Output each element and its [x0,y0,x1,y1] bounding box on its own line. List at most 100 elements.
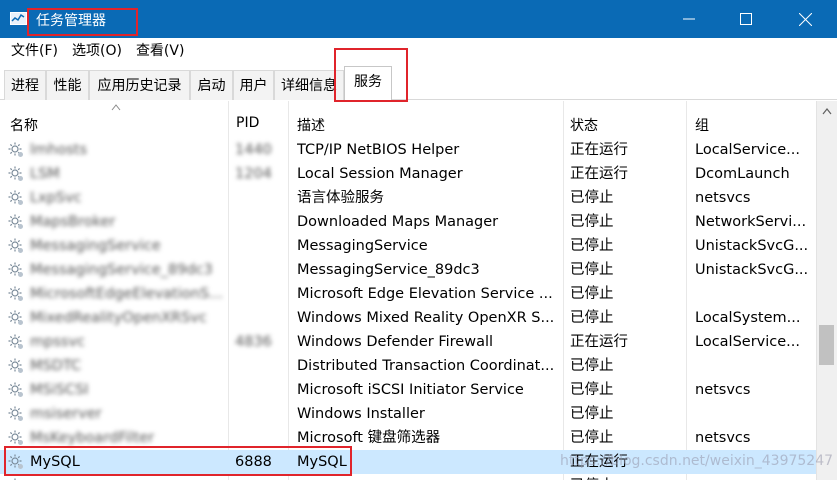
column-header-name[interactable]: 名称 [0,101,228,143]
table-row[interactable]: 已停止 [0,474,816,480]
service-description: Distributed Transaction Coordinat... [297,358,555,374]
service-group: LocalService... [695,334,800,350]
menu-view[interactable]: 查看(V) [129,38,192,64]
table-row[interactable]: mpssvc 4836 Windows Defender Firewall 正在运行 L… [0,330,816,354]
service-pid [235,234,290,258]
tab-processes[interactable]: 进程 [4,70,46,100]
service-gear-icon [7,453,25,471]
close-button[interactable] [776,0,834,38]
service-description: MessagingService_89dc3 [297,262,480,278]
service-group: netsvcs [695,382,751,398]
service-pid: 4836 [235,334,272,350]
service-gear-icon [7,237,25,255]
service-group: netsvcs [695,190,751,206]
tab-services[interactable]: 服务 [344,66,392,101]
tab-startup[interactable]: 启动 [190,70,233,100]
service-gear-icon [7,333,25,351]
service-description [297,474,559,480]
service-gear-icon [7,141,25,159]
service-group: LocalSystem... [695,310,801,326]
service-description: Local Session Manager [297,166,463,182]
tab-bar: 进程 性能 应用历史记录 启动 用户 详细信息 服务 [0,64,837,101]
column-header-description[interactable]: 描述 [287,101,563,143]
service-gear-icon [7,285,25,303]
maximize-icon [740,13,752,25]
service-gear-icon [7,189,25,207]
service-name: MSiSCSI [30,382,89,398]
task-manager-icon [10,12,27,25]
close-icon [798,12,812,26]
tab-users[interactable]: 用户 [233,70,274,100]
table-row[interactable]: lmhosts 1440 TCP/IP NetBIOS Helper 正在运行 Loca… [0,138,816,162]
menu-options[interactable]: 选项(O) [65,38,129,64]
service-name: LxpSvc [30,190,82,206]
service-group [695,282,807,306]
service-description: Windows Mixed Reality OpenXR S... [297,310,555,326]
service-group [695,354,807,378]
title-bar: 任务管理器 [0,0,837,38]
service-group: UnistackSvcG... [695,262,807,278]
table-row[interactable]: MSDTC Distributed Transaction Coordinat..… [0,354,816,378]
vertical-scrollbar[interactable] [816,101,837,480]
service-pid [235,210,290,234]
service-description: TCP/IP NetBIOS Helper [297,142,460,158]
scrollbar-thumb[interactable] [819,325,834,365]
service-gear-icon [7,429,25,447]
service-pid [235,474,290,480]
service-group: NetworkServi... [695,214,807,230]
service-pid [235,186,290,210]
service-description: Microsoft Edge Elevation Service ... [297,286,553,302]
watermark: https://blog.csdn.net/weixin_43975247 [560,453,834,469]
service-status: 已停止 [570,190,614,206]
service-group [695,474,807,480]
services-table: 名称 PID 描述 状态 组 lmhosts 1440 TCP/IP NetBIOS… [0,101,816,480]
column-header-status[interactable]: 状态 [560,101,686,143]
service-group [695,402,807,426]
service-status: 已停止 [570,286,614,302]
service-status: 已停止 [570,474,685,480]
tab-app-history[interactable]: 应用历史记录 [89,70,190,100]
maximize-button[interactable] [717,0,775,38]
table-row[interactable]: MixedRealityOpenXRSvc Windows Mixed Reali… [0,306,816,330]
menu-bar: 文件(F) 选项(O) 查看(V) [0,38,837,64]
service-description: Downloaded Maps Manager [297,214,499,230]
service-gear-icon [7,357,25,375]
table-row[interactable]: LxpSvc 语言体验服务 已停止 netsvcs [0,186,816,210]
menu-file[interactable]: 文件(F) [4,38,65,64]
service-name: MicrosoftEdgeElevationS... [30,286,223,302]
service-name: MSDTC [30,358,82,374]
column-header-group[interactable]: 组 [685,101,816,143]
scroll-up-icon[interactable] [817,103,837,120]
service-name: mpssvc [30,334,85,350]
service-status: 已停止 [570,358,614,374]
service-status: 已停止 [570,262,614,278]
service-pid [235,282,290,306]
service-description: Windows Installer [297,406,425,422]
service-description: MySQL [297,454,347,470]
table-row[interactable]: MessagingService_89dc3 MessagingService_8… [0,258,816,282]
table-row[interactable]: LSM 1204 Local Session Manager 正在运行 DcomLaun… [0,162,816,186]
table-row[interactable]: MsKeyboardFilter Microsoft 键盘筛选器 已停止 netsvc… [0,426,816,450]
minimize-button[interactable] [660,0,718,38]
table-row[interactable]: MessagingService MessagingService 已停止 Unist… [0,234,816,258]
service-name: MySQL [30,454,80,470]
service-status: 已停止 [570,238,614,254]
window-title: 任务管理器 [36,13,106,29]
service-gear-icon [7,381,25,399]
table-row[interactable]: MapsBroker Downloaded Maps Manager 已停止 Netw… [0,210,816,234]
service-group: UnistackSvcG... [695,238,807,254]
tab-details[interactable]: 详细信息 [274,70,344,100]
tab-performance[interactable]: 性能 [46,70,89,100]
service-pid: 1440 [235,142,272,158]
service-description: Microsoft iSCSI Initiator Service [297,382,524,398]
service-pid: 1204 [235,166,272,182]
service-name: MessagingService_89dc3 [30,262,213,278]
column-header-pid[interactable]: PID [226,101,288,143]
service-pid [235,402,290,426]
service-name [30,474,225,480]
minimize-icon [683,18,695,20]
service-status: 已停止 [570,406,614,422]
table-row[interactable]: MicrosoftEdgeElevationS... Microsoft Edge… [0,282,816,306]
table-row[interactable]: MSiSCSI Microsoft iSCSI Initiator Service… [0,378,816,402]
table-row[interactable]: msiserver Windows Installer 已停止 [0,402,816,426]
